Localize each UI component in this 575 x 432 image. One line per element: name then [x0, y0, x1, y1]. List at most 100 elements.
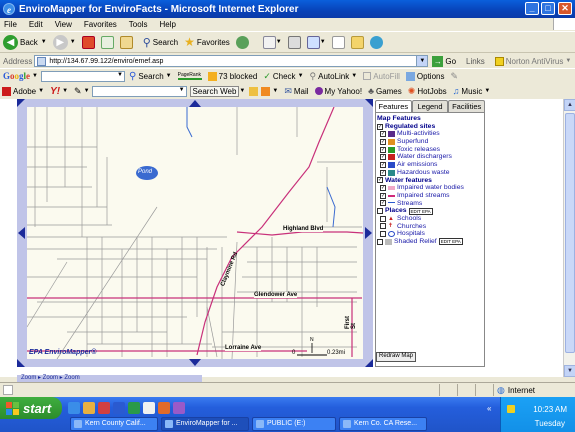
water-features-checkbox[interactable]: ✓ [377, 177, 383, 184]
pen-icon[interactable]: ✎ [74, 86, 82, 97]
map-canvas[interactable]: Pond Highland Blvd Claymine Rd Glendower… [26, 106, 364, 360]
adobe-button[interactable]: Adobe ▼ [2, 86, 44, 96]
redraw-map-button[interactable]: Redraw Map [376, 352, 417, 362]
highlight-icon[interactable] [249, 86, 259, 96]
start-button[interactable]: start [0, 397, 62, 419]
layer-checkbox[interactable]: ✓ [380, 154, 386, 161]
pan-east-icon[interactable] [365, 227, 372, 239]
layer-checkbox[interactable]: ✓ [380, 200, 386, 207]
go-button[interactable]: → Go [432, 55, 456, 67]
hotjobs-link[interactable]: ✺ HotJobs [408, 86, 447, 97]
favorites-button[interactable]: ★ Favorites [184, 35, 230, 49]
shaded-relief-item[interactable]: Shaded Relief EDIT EPA [377, 238, 484, 246]
discuss-button[interactable] [331, 35, 345, 49]
menu-edit[interactable]: Edit [29, 20, 43, 29]
layer-checkbox[interactable]: ✓ [380, 185, 386, 192]
ie-quicklaunch-icon[interactable] [68, 402, 80, 414]
folder-button[interactable] [350, 35, 364, 49]
print-button[interactable] [287, 35, 301, 49]
layer-item[interactable]: ✝ Churches [377, 223, 484, 231]
edit-button[interactable]: ▼ [306, 35, 326, 49]
tab-facilities[interactable]: Facilities [448, 100, 486, 112]
taskbar-item-enviromapper[interactable]: EnviroMapper for ... [161, 417, 249, 431]
layer-item[interactable]: ✓ Impaired streams [377, 192, 484, 200]
back-button[interactable]: ◀ Back ▼ [3, 34, 47, 50]
menu-tools[interactable]: Tools [129, 20, 148, 29]
app-quicklaunch-icon[interactable] [173, 402, 185, 414]
layer-checkbox[interactable] [380, 223, 386, 230]
minimize-button[interactable]: _ [525, 2, 539, 15]
notepad-quicklaunch-icon[interactable] [143, 402, 155, 414]
mail-link[interactable]: ✉ Mail [284, 86, 308, 97]
pan-northeast-icon[interactable] [365, 99, 373, 107]
scroll-down-button[interactable]: ▼ [564, 365, 575, 377]
games-link[interactable]: ♣ Games [368, 86, 402, 96]
yahoo-search-input[interactable] [91, 85, 187, 97]
scroll-thumb[interactable] [565, 113, 575, 353]
tab-features[interactable]: Features [375, 100, 412, 112]
taskbar-item-kern-county[interactable]: Kern County Calif... [70, 417, 158, 431]
menu-file[interactable]: File [4, 20, 17, 29]
address-input[interactable]: http://134.67.99.122/enviro/emef.asp ▼ [34, 55, 429, 67]
address-dropdown-icon[interactable]: ▼ [416, 56, 428, 66]
norton-antivirus-button[interactable]: Norton AntiVirus ▼ [494, 56, 571, 66]
messenger-button[interactable] [369, 35, 383, 49]
word-quicklaunch-icon[interactable] [113, 402, 125, 414]
google-search-input[interactable] [40, 70, 125, 82]
back-dropdown-icon[interactable]: ▼ [41, 39, 47, 45]
close-button[interactable]: ✕ [558, 2, 572, 15]
google-search-button[interactable]: ⚲ Search ▼ [129, 71, 172, 82]
yahoo-extras-icon[interactable] [261, 86, 271, 96]
page-scrollbar[interactable]: ▲ ▼ [563, 99, 575, 377]
my-yahoo-link[interactable]: My Yahoo! [314, 87, 362, 96]
stop-button[interactable] [81, 35, 95, 49]
search-web-button[interactable]: Search Web [189, 85, 240, 97]
regulated-sites-group[interactable]: ✓ Regulated sites [377, 123, 484, 131]
media-quicklaunch-icon[interactable] [98, 402, 110, 414]
layer-item[interactable]: ✓ Impaired water bodies [377, 184, 484, 192]
pan-north-icon[interactable] [189, 100, 201, 107]
layer-item[interactable]: ✓ Hazardous waste [377, 169, 484, 177]
tray-expand-icon[interactable]: « [487, 404, 491, 413]
pan-northwest-icon[interactable] [17, 99, 25, 107]
edit-badge[interactable]: EDIT EPA [408, 207, 433, 215]
layer-item[interactable]: ✓ Air emissions [377, 161, 484, 169]
menu-help[interactable]: Help [159, 20, 175, 29]
layer-checkbox[interactable]: ✓ [380, 131, 386, 138]
pan-southeast-icon[interactable] [365, 359, 373, 367]
layer-checkbox[interactable]: ✓ [380, 161, 386, 168]
refresh-button[interactable] [100, 35, 114, 49]
layer-checkbox[interactable] [380, 231, 386, 238]
scroll-up-button[interactable]: ▲ [564, 99, 575, 111]
taskbar-item-public-drive[interactable]: PUBLIC (E:) [252, 417, 336, 431]
pan-southwest-icon[interactable] [17, 359, 25, 367]
layer-checkbox[interactable]: ✓ [380, 138, 386, 145]
shaded-relief-checkbox[interactable] [377, 238, 383, 245]
norton-tray-icon[interactable] [507, 405, 515, 413]
folder-quicklaunch-icon[interactable] [83, 402, 95, 414]
search-web-dropdown[interactable]: ▼ [239, 88, 245, 94]
links-button[interactable]: Links [466, 57, 485, 66]
search-button[interactable]: ⚲ Search [143, 36, 178, 49]
water-features-group[interactable]: ✓ Water features [377, 177, 484, 185]
autofill-button[interactable]: AutoFill [363, 72, 400, 81]
maximize-button[interactable]: □ [541, 2, 555, 15]
places-checkbox[interactable] [377, 208, 383, 215]
layer-item[interactable]: ✓ Superfund [377, 138, 484, 146]
layer-checkbox[interactable]: ✓ [380, 146, 386, 153]
menu-view[interactable]: View [55, 20, 72, 29]
google-menu-dropdown[interactable]: ▼ [32, 73, 38, 79]
layer-item[interactable]: Hospitals [377, 230, 484, 238]
edit-badge[interactable]: EDIT EPA [438, 238, 463, 246]
forward-button[interactable]: ▶ ▼ [52, 34, 76, 50]
pagerank-indicator[interactable]: PageRank [177, 72, 202, 80]
layer-item[interactable]: ✓ Toxic releases [377, 146, 484, 154]
mail-button[interactable]: ▼ [262, 35, 282, 49]
popup-blocker-button[interactable]: 73 blocked [207, 71, 257, 81]
layer-checkbox[interactable]: ✓ [380, 169, 386, 176]
menu-favorites[interactable]: Favorites [84, 20, 117, 29]
ppt-quicklaunch-icon[interactable] [158, 402, 170, 414]
music-link[interactable]: ♫ Music ▼ [453, 86, 491, 96]
tab-legend[interactable]: Legend [411, 100, 449, 112]
layer-item[interactable]: ▲ Schools [377, 215, 484, 223]
